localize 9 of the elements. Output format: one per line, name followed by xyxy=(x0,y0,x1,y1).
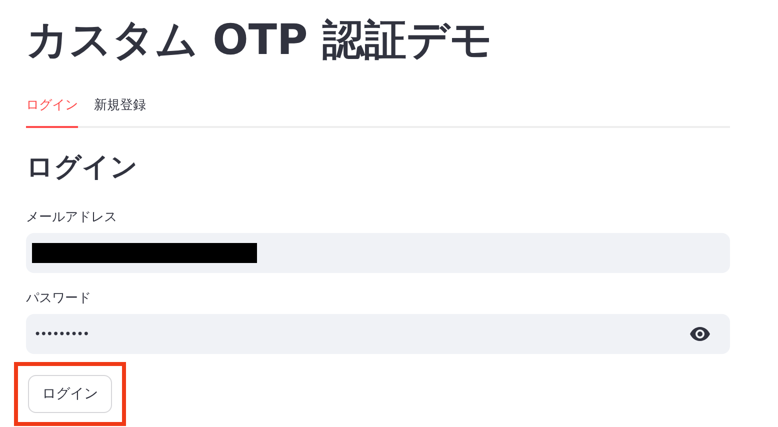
password-field[interactable]: ••••••••• xyxy=(26,314,730,354)
tab[interactable]: 新規登録 xyxy=(94,92,146,128)
login-button[interactable]: ログイン xyxy=(28,375,112,413)
page-title: カスタム OTP 認証デモ xyxy=(26,14,492,66)
field-label: パスワード xyxy=(26,290,91,307)
eye-icon[interactable] xyxy=(690,327,710,341)
form-heading: ログイン xyxy=(26,151,138,185)
email-field[interactable] xyxy=(26,233,730,273)
field-label: メールアドレス xyxy=(26,209,117,226)
